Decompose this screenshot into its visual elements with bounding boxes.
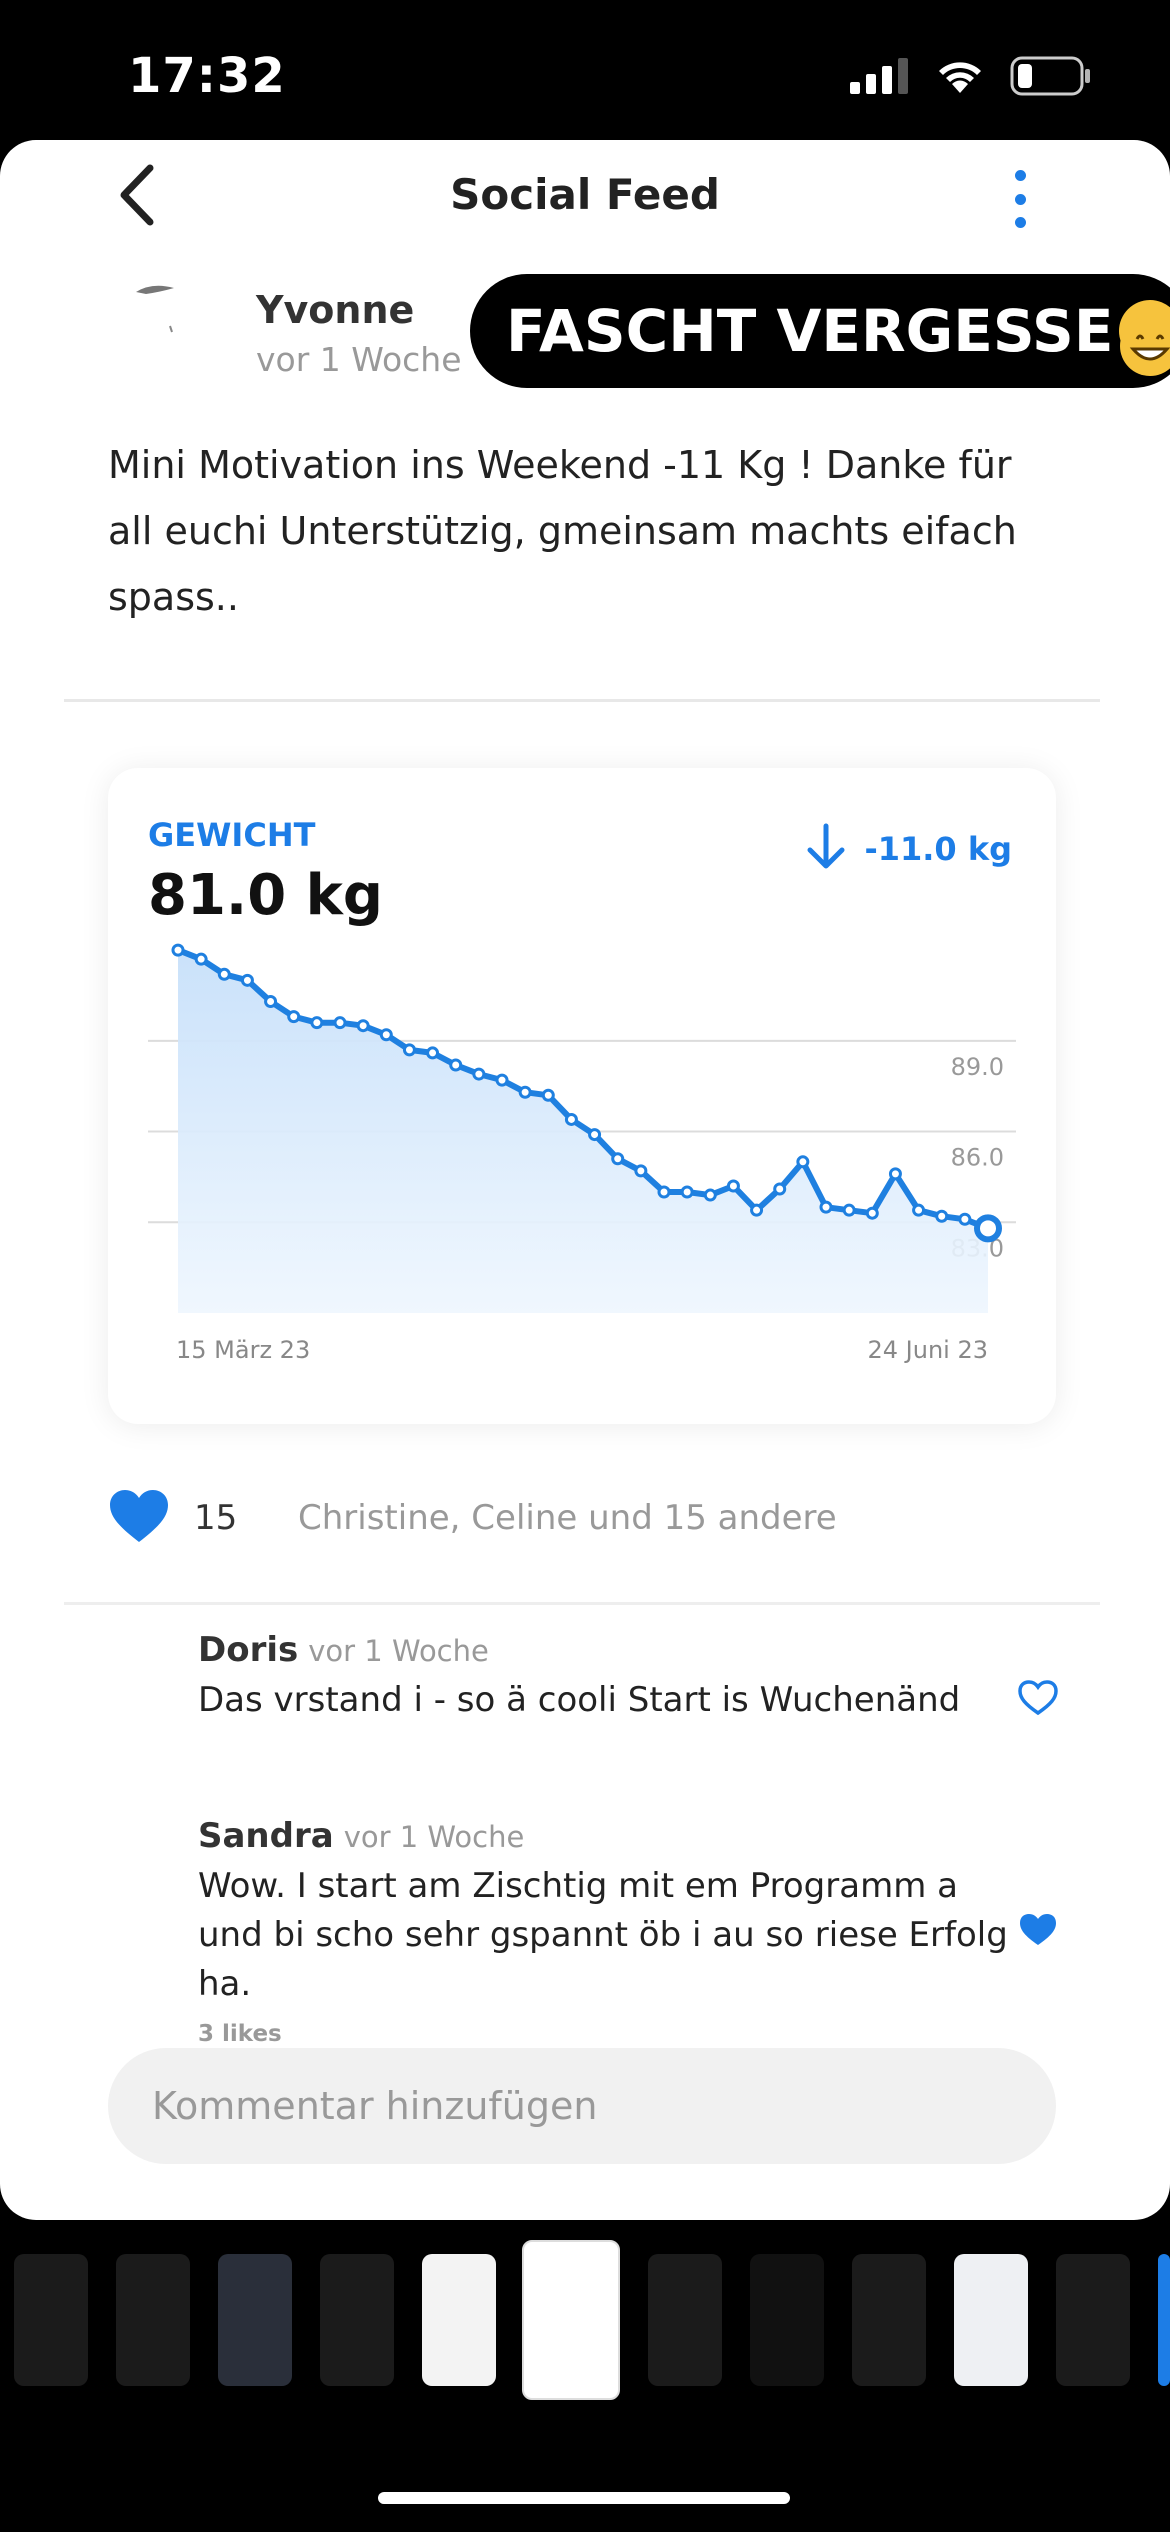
chart-point xyxy=(935,1209,949,1223)
story-thumbnail[interactable] xyxy=(422,2254,496,2386)
story-sticker: FASCHT VERGESSE xyxy=(470,274,1170,388)
chart-point xyxy=(356,1019,370,1033)
chart-point xyxy=(518,1085,532,1099)
comment-author[interactable]: Doris xyxy=(198,1630,298,1670)
signal-icon xyxy=(850,58,908,94)
chart-point xyxy=(264,995,278,1009)
chart-point xyxy=(773,1182,787,1196)
chart-point xyxy=(680,1185,694,1199)
chart-point xyxy=(472,1067,486,1081)
chart-point xyxy=(495,1073,509,1087)
story-thumbnail[interactable] xyxy=(1056,2254,1130,2386)
arrow-down-icon xyxy=(807,823,845,869)
chart-point xyxy=(287,1010,301,1024)
chart-point xyxy=(426,1046,440,1060)
current-weight: 81.0 kg xyxy=(148,863,383,928)
chart-point xyxy=(726,1179,740,1193)
story-thumbnail[interactable] xyxy=(218,2254,292,2386)
story-thumbnail-active[interactable] xyxy=(522,2240,620,2400)
gridline-label: 86.0 xyxy=(951,1144,1004,1172)
chart-point xyxy=(796,1155,810,1169)
story-thumbnail[interactable] xyxy=(954,2254,1028,2386)
sticker-text: FASCHT VERGESSE xyxy=(506,297,1114,365)
chart-point xyxy=(588,1128,602,1142)
story-thumbnail[interactable] xyxy=(648,2254,722,2386)
chart-point xyxy=(819,1200,833,1214)
like-count: 15 xyxy=(194,1498,238,1538)
story-thumbnail[interactable] xyxy=(14,2254,88,2386)
home-indicator xyxy=(378,2492,790,2504)
grin-emoji-icon xyxy=(1119,299,1170,376)
chart-point xyxy=(194,952,208,966)
x-end-label: 24 Juni 23 xyxy=(867,1336,988,1364)
comment-item: Sandra vor 1 Woche Wow. I start am Zischt… xyxy=(198,1816,1018,2047)
more-options-icon[interactable] xyxy=(1000,164,1040,234)
chart-point xyxy=(310,1016,324,1030)
status-icons xyxy=(850,56,1092,96)
comment-input[interactable]: Kommentar hinzufügen xyxy=(108,2048,1056,2164)
chart-point xyxy=(217,967,231,981)
heart-filled-icon[interactable] xyxy=(108,1488,170,1544)
page-title: Social Feed xyxy=(450,170,720,219)
comment-text: Das vrstand i - so ä cooli Start is Wuch… xyxy=(198,1680,961,1720)
comment-time: vor 1 Woche xyxy=(308,1634,489,1668)
comment-author[interactable]: Sandra xyxy=(198,1816,334,1856)
chart-point xyxy=(842,1203,856,1217)
weight-chart-card: GEWICHT 81.0 kg -11.0 kg 89.086.083.0 15… xyxy=(108,768,1056,1424)
wifi-icon xyxy=(939,62,981,93)
weight-change: -11.0 kg xyxy=(864,830,1012,868)
heart-outline-icon[interactable] xyxy=(1018,1680,1058,1716)
likes-row: 15 Christine, Celine und 15 andere xyxy=(0,1480,1170,1560)
story-thumbnail-strip xyxy=(0,2240,1170,2400)
chart-point xyxy=(703,1188,717,1202)
chart-point xyxy=(171,943,185,957)
comment-text: Wow. I start am Zischtig mit em Programm… xyxy=(198,1866,1008,2004)
nav-bar: Social Feed xyxy=(0,140,1170,250)
social-feed-sheet: Social Feed Yvonne vor 1 Woche FASCHT VE… xyxy=(0,140,1170,2220)
chart-point xyxy=(865,1206,879,1220)
story-thumbnail[interactable] xyxy=(750,2254,824,2386)
chart-current-point xyxy=(974,1214,1002,1243)
chart-point xyxy=(750,1203,764,1217)
weight-chart: GEWICHT 81.0 kg -11.0 kg 89.086.083.0 15… xyxy=(148,816,1016,1364)
status-time: 17:32 xyxy=(128,48,286,104)
gridline-label: 89.0 xyxy=(951,1053,1004,1081)
chart-point xyxy=(912,1203,926,1217)
weight-label: GEWICHT xyxy=(148,816,316,854)
story-thumbnail[interactable] xyxy=(852,2254,926,2386)
chart-point xyxy=(634,1164,648,1178)
story-thumbnail[interactable] xyxy=(116,2254,190,2386)
status-bar: 17:32 xyxy=(0,0,1170,140)
chart-point xyxy=(449,1058,463,1072)
battery-icon xyxy=(1010,56,1090,96)
chart-point xyxy=(333,1016,347,1030)
divider xyxy=(64,699,1100,702)
chart-point xyxy=(564,1112,578,1126)
chart-point xyxy=(657,1185,671,1199)
post-time: vor 1 Woche xyxy=(256,340,462,379)
story-thumbnail[interactable] xyxy=(1158,2254,1170,2386)
post-text: Mini Motivation ins Weekend -11 Kg ! Dan… xyxy=(108,443,1017,619)
chart-point xyxy=(402,1043,416,1057)
chart-point xyxy=(379,1028,393,1042)
story-thumbnail[interactable] xyxy=(320,2254,394,2386)
chart-point xyxy=(240,973,254,987)
avatar[interactable] xyxy=(122,270,202,350)
comment-likes: 3 likes xyxy=(198,2021,282,2047)
chart-point xyxy=(888,1167,902,1181)
divider xyxy=(64,1602,1100,1605)
heart-filled-icon[interactable] xyxy=(1018,1912,1058,1948)
chart-point xyxy=(611,1152,625,1166)
comment-item: Doris vor 1 Woche Das vrstand i - so ä co… xyxy=(198,1630,1018,1725)
x-start-label: 15 März 23 xyxy=(176,1336,310,1364)
comment-time: vor 1 Woche xyxy=(343,1820,525,1854)
chart-point xyxy=(541,1088,555,1102)
like-names[interactable]: Christine, Celine und 15 andere xyxy=(298,1498,837,1538)
post-author[interactable]: Yvonne xyxy=(256,288,414,332)
chart-point xyxy=(958,1212,972,1226)
